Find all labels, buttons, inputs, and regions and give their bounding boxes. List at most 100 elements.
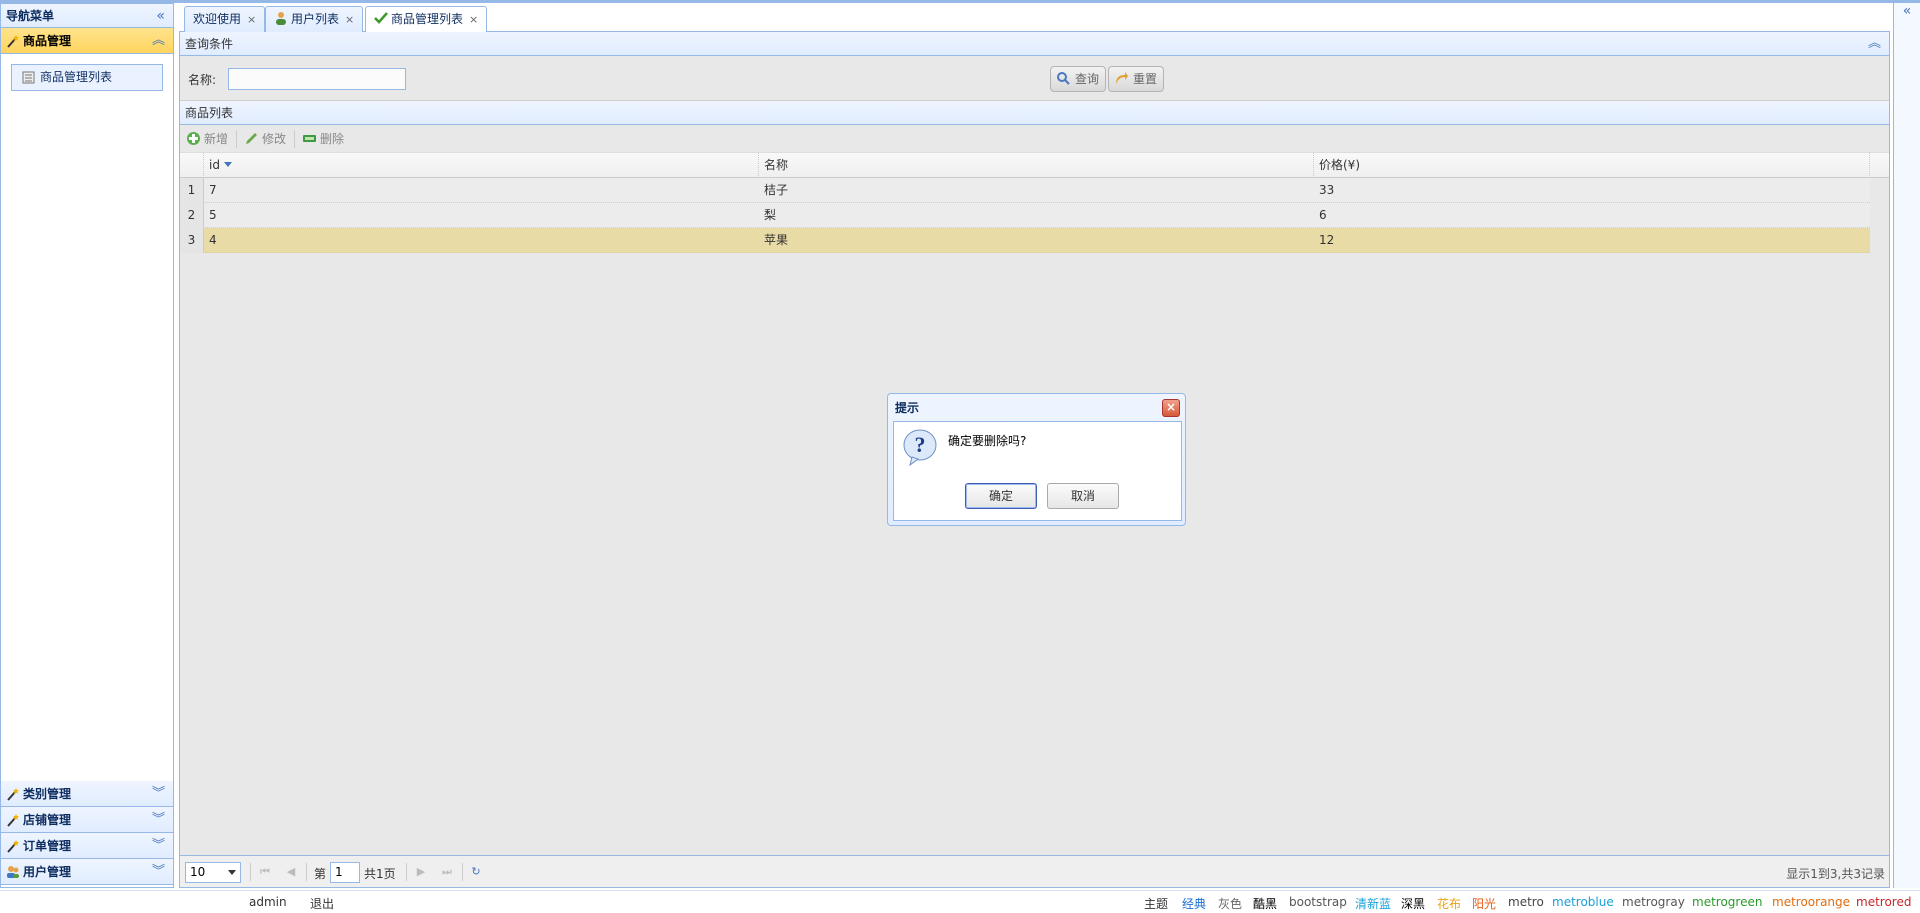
prev-page-icon[interactable]: ◀: [284, 865, 298, 879]
pencil-icon: [246, 133, 257, 144]
nav-section-store[interactable]: 店铺管理 ︾: [1, 807, 173, 833]
query-form: 名称: 查询 重置: [180, 56, 1889, 101]
column-header-id[interactable]: id: [204, 153, 759, 178]
pagination-bar: 10 ⏮ ◀ 第 1 共1页 ▶ ⏭ ↻ 显示1到3,共3记录: [180, 855, 1889, 887]
nav-title: 导航菜单: [6, 9, 55, 23]
close-icon[interactable]: ×: [345, 13, 354, 26]
svg-text:?: ?: [915, 432, 926, 457]
check-icon: [374, 12, 388, 24]
name-label: 名称:: [188, 73, 217, 87]
chevron-down-icon: ︾: [151, 812, 165, 827]
chevron-up-icon[interactable]: ︽: [1868, 32, 1881, 56]
theme-link[interactable]: 灰色: [1218, 895, 1242, 912]
record-info: 显示1到3,共3记录: [1786, 867, 1885, 881]
column-header-price[interactable]: 价格(¥): [1314, 153, 1870, 178]
nav-section-order[interactable]: 订单管理 ︾: [1, 833, 173, 859]
sort-desc-icon: [223, 162, 232, 167]
cell-name: 桔子: [764, 183, 789, 197]
nav-section-user[interactable]: 用户管理 ︾: [1, 859, 173, 885]
wand-icon: [7, 35, 19, 48]
page-size-select[interactable]: 10: [185, 862, 241, 883]
table-row[interactable]: 2 5 梨 6: [180, 203, 1870, 228]
wand-icon: [7, 840, 19, 853]
close-icon[interactable]: ×: [469, 13, 478, 26]
list-toolbar: 新增 修改 删除: [180, 125, 1889, 153]
cell-id: 4: [209, 233, 217, 247]
close-icon[interactable]: ×: [1162, 399, 1180, 417]
user-icon: [276, 12, 286, 25]
row-number: 1: [180, 178, 204, 203]
dialog-body: ? 确定要删除吗? 确定 取消: [893, 421, 1182, 521]
tab-product-list[interactable]: 商品管理列表 ×: [365, 6, 488, 33]
users-icon: [7, 866, 19, 878]
reset-arrow-icon: [1116, 72, 1128, 84]
dialog-message: 确定要删除吗?: [948, 434, 1027, 448]
search-button[interactable]: 查询: [1050, 66, 1107, 92]
tab-bar: 欢迎使用 × 用户列表 × 商品管理列表 ×: [179, 3, 1890, 33]
cell-id: 5: [209, 208, 217, 222]
grid-header: id 名称 价格(¥): [180, 153, 1889, 178]
theme-link[interactable]: 深黑: [1401, 895, 1425, 912]
cell-name: 苹果: [764, 233, 789, 247]
next-page-icon[interactable]: ▶: [414, 865, 428, 879]
nav-header: 导航菜单 «: [1, 4, 173, 28]
list-header: 商品列表: [180, 101, 1889, 125]
refresh-icon[interactable]: ↻: [469, 865, 483, 879]
nav-link-product-list[interactable]: 商品管理列表: [11, 64, 163, 91]
close-icon[interactable]: ×: [247, 13, 256, 26]
logout-link[interactable]: 退出: [310, 895, 334, 912]
last-page-icon[interactable]: ⏭: [440, 865, 454, 879]
confirm-cancel-button[interactable]: 取消: [1047, 483, 1119, 509]
navigation-panel: 导航菜单 « 商品管理 ︽ 商品管理列表 类别管理 ︾ 店铺管理 ︾ 订单管理 …: [0, 3, 174, 888]
theme-link[interactable]: metro: [1508, 895, 1544, 909]
theme-link[interactable]: metroblue: [1552, 895, 1614, 909]
remove-icon: [303, 135, 316, 142]
theme-link[interactable]: 清新蓝: [1355, 895, 1391, 912]
page-prefix: 第: [314, 867, 327, 881]
nav-section-category[interactable]: 类别管理 ︾: [1, 781, 173, 807]
wand-icon: [7, 788, 19, 801]
page-number-input[interactable]: 1: [330, 862, 360, 883]
chevron-up-icon: ︽: [151, 33, 165, 48]
cell-price: 6: [1319, 208, 1327, 222]
cell-price: 12: [1319, 233, 1335, 247]
first-page-icon[interactable]: ⏮: [258, 865, 272, 879]
delete-button[interactable]: 删除: [302, 130, 344, 148]
theme-link[interactable]: 阳光: [1472, 895, 1496, 912]
add-icon: [187, 132, 200, 145]
theme-link[interactable]: metroorange: [1772, 895, 1850, 909]
collapse-right-icon[interactable]: «: [1893, 3, 1920, 888]
confirm-dialog: 提示 × ? 确定要删除吗? 确定 取消: [887, 393, 1186, 526]
reset-button[interactable]: 重置: [1108, 66, 1165, 92]
row-number-header: [180, 153, 204, 178]
row-number: 2: [180, 203, 204, 228]
tab-welcome[interactable]: 欢迎使用 ×: [184, 6, 266, 32]
theme-link[interactable]: 酷黑: [1253, 895, 1277, 912]
theme-link[interactable]: metrogreen: [1692, 895, 1762, 909]
search-icon: [1057, 72, 1070, 85]
cell-price: 33: [1319, 183, 1335, 197]
edit-button[interactable]: 修改: [244, 130, 286, 148]
nav-section-product-body: 商品管理列表: [1, 54, 173, 781]
cell-id: 7: [209, 183, 217, 197]
collapse-left-icon[interactable]: «: [156, 4, 165, 28]
toolbar-divider: [294, 130, 295, 148]
question-icon: ?: [903, 429, 937, 466]
query-header: 查询条件 ︽: [180, 32, 1889, 56]
name-input[interactable]: [228, 68, 406, 90]
tab-user-list[interactable]: 用户列表 ×: [265, 6, 364, 32]
theme-link[interactable]: 花布: [1437, 895, 1461, 912]
chevron-down-icon: ︾: [151, 838, 165, 853]
theme-link[interactable]: metrogray: [1622, 895, 1685, 909]
add-button[interactable]: 新增: [186, 130, 228, 148]
table-row-selected[interactable]: 3 4 苹果 12: [180, 228, 1870, 253]
theme-link[interactable]: metrored: [1856, 895, 1911, 909]
nav-section-product[interactable]: 商品管理 ︽: [1, 28, 173, 54]
chevron-down-icon: ︾: [151, 786, 165, 801]
confirm-ok-button[interactable]: 确定: [965, 483, 1037, 509]
column-header-name[interactable]: 名称: [759, 153, 1314, 178]
dialog-title-bar: 提示 ×: [892, 398, 1181, 418]
table-row[interactable]: 1 7 桔子 33: [180, 178, 1870, 203]
theme-link[interactable]: bootstrap: [1289, 895, 1347, 909]
theme-link[interactable]: 经典: [1182, 895, 1206, 912]
